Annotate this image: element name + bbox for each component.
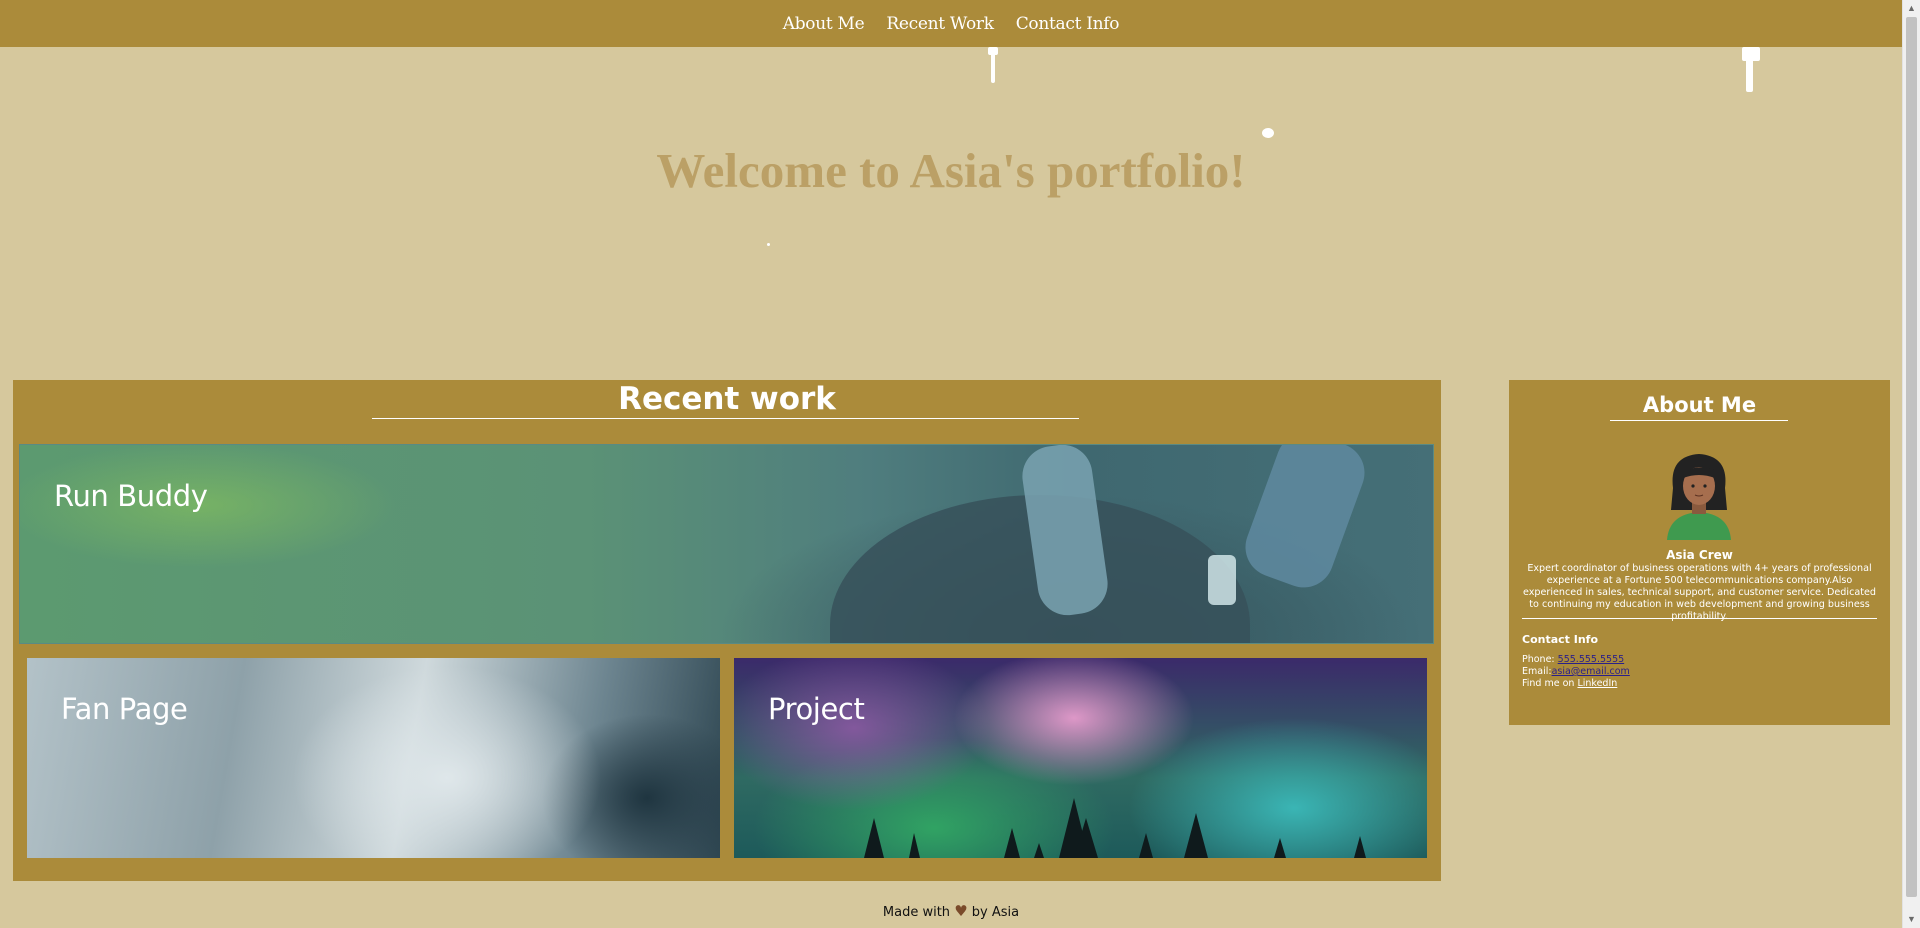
decorative-splash — [767, 243, 770, 246]
project-card-label: Project — [768, 692, 865, 726]
project-image-shape — [1208, 555, 1236, 605]
contact-info-list: Phone: 555.555.5555 Email:asia@email.com… — [1522, 654, 1630, 690]
project-card-project[interactable]: Project — [734, 658, 1427, 858]
nav-link-contact-info[interactable]: Contact Info — [1016, 14, 1120, 34]
decorative-drip — [988, 47, 998, 55]
avatar — [1667, 454, 1731, 540]
project-card-label: Fan Page — [61, 692, 188, 726]
email-label: Email: — [1522, 666, 1552, 677]
recent-work-section: Recent work Run Buddy Fan Page Project — [13, 380, 1441, 881]
profile-bio: Expert coordinator of business operation… — [1523, 563, 1876, 622]
divider — [1522, 618, 1877, 619]
scrollbar-thumb[interactable] — [1906, 17, 1917, 897]
top-nav: About Me Recent Work Contact Info — [0, 0, 1902, 47]
vertical-scrollbar[interactable]: ▲ ▼ — [1902, 0, 1920, 928]
hero-title: Welcome to Asia's portfolio! — [656, 143, 1246, 198]
decorative-drip — [1746, 58, 1753, 92]
project-card-fan-page[interactable]: Fan Page — [27, 658, 720, 858]
scroll-down-arrow-icon[interactable]: ▼ — [1907, 914, 1916, 924]
email-link[interactable]: asia@email.com — [1552, 666, 1630, 677]
footer-text-after: by Asia — [971, 905, 1020, 920]
profile-name: Asia Crew — [1666, 548, 1733, 562]
project-card-label: Run Buddy — [54, 479, 208, 513]
contact-phone-row: Phone: 555.555.5555 — [1522, 654, 1630, 666]
divider — [1610, 420, 1788, 421]
contact-linkedin-row: Find me on LinkedIn — [1522, 678, 1630, 690]
recent-work-title: Recent work — [618, 381, 836, 417]
nav-link-about-me[interactable]: About Me — [783, 14, 865, 34]
linkedin-label: Find me on — [1522, 678, 1575, 689]
project-image-shape — [1237, 445, 1373, 596]
footer-text-before: Made with — [882, 905, 951, 920]
heart-icon: ♥ — [954, 902, 968, 920]
footer: Made with ♥ by Asia — [0, 902, 1902, 920]
linkedin-link[interactable]: LinkedIn — [1577, 678, 1617, 689]
phone-label: Phone: — [1522, 654, 1555, 665]
contact-info-title: Contact Info — [1522, 633, 1599, 646]
divider — [372, 418, 1079, 419]
about-me-section: About Me Asia Crew Expert coordinator of… — [1509, 380, 1890, 725]
scroll-up-arrow-icon[interactable]: ▲ — [1907, 3, 1916, 13]
project-card-run-buddy[interactable]: Run Buddy — [19, 444, 1434, 644]
tree-silhouette-image — [864, 798, 1366, 858]
phone-link[interactable]: 555.555.5555 — [1558, 654, 1624, 665]
contact-email-row: Email:asia@email.com — [1522, 666, 1630, 678]
decorative-splash — [1262, 128, 1274, 138]
about-me-title: About Me — [1642, 393, 1757, 417]
nav-link-recent-work[interactable]: Recent Work — [886, 14, 994, 34]
